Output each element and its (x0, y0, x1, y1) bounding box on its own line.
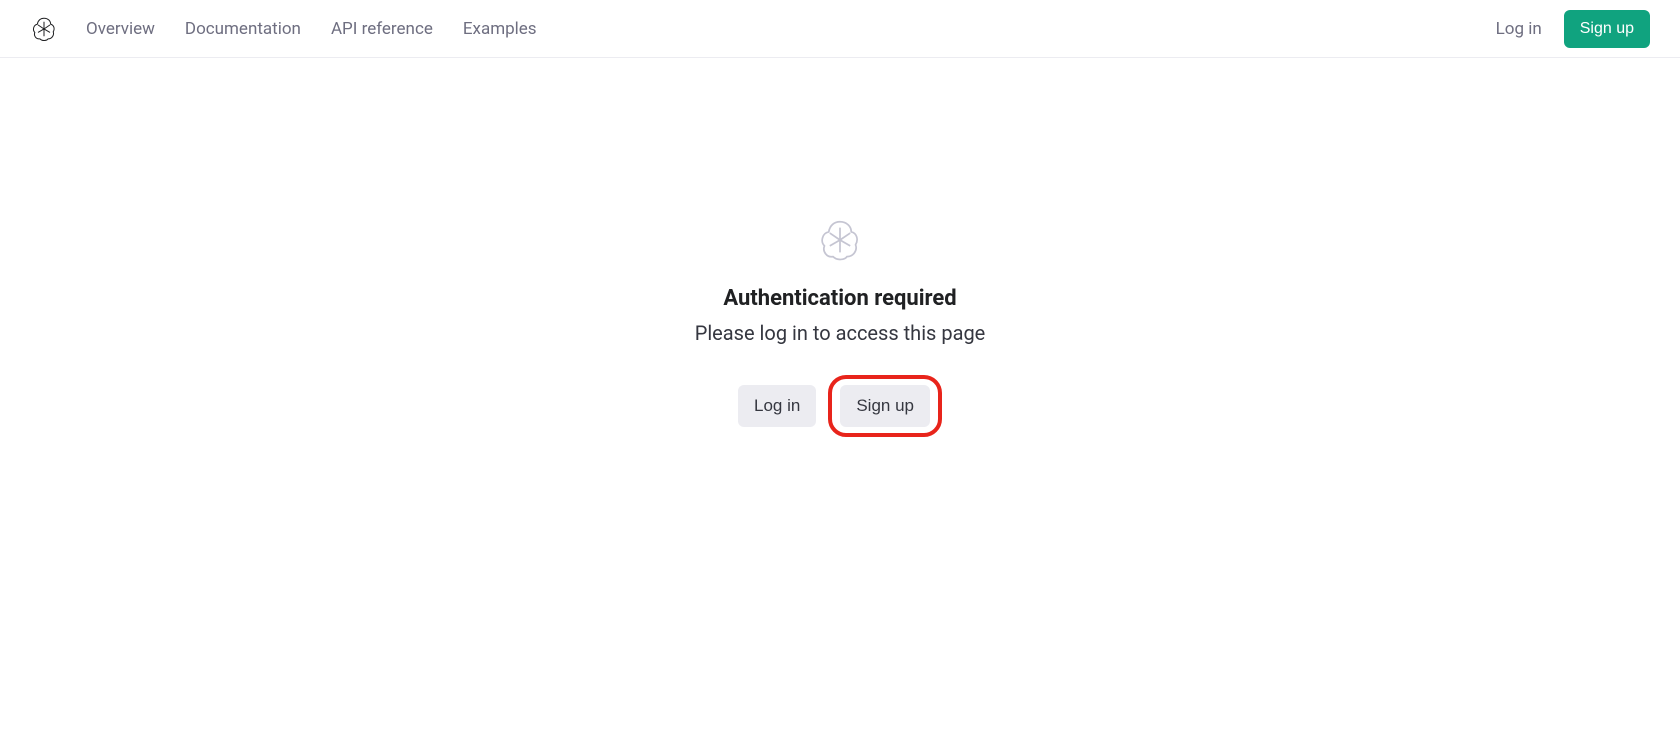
annotation-highlight: Sign up (828, 375, 942, 437)
main-content: Authentication required Please log in to… (0, 58, 1680, 437)
header-login-link[interactable]: Log in (1496, 19, 1542, 39)
nav-documentation[interactable]: Documentation (185, 19, 301, 39)
header-signup-button[interactable]: Sign up (1564, 10, 1650, 48)
main-login-button[interactable]: Log in (738, 385, 816, 427)
auth-required-title: Authentication required (723, 286, 956, 311)
auth-button-row: Log in Sign up (738, 375, 942, 437)
auth-required-subtitle: Please log in to access this page (695, 321, 986, 345)
main-signup-button[interactable]: Sign up (840, 385, 930, 427)
main-nav: Overview Documentation API reference Exa… (86, 19, 1496, 39)
top-nav-bar: Overview Documentation API reference Exa… (0, 0, 1680, 58)
nav-api-reference[interactable]: API reference (331, 19, 433, 39)
nav-overview[interactable]: Overview (86, 19, 155, 39)
openai-logo-icon[interactable] (30, 15, 58, 43)
nav-examples[interactable]: Examples (463, 19, 537, 39)
openai-logo-large-icon (818, 218, 862, 262)
header-auth-actions: Log in Sign up (1496, 10, 1650, 48)
